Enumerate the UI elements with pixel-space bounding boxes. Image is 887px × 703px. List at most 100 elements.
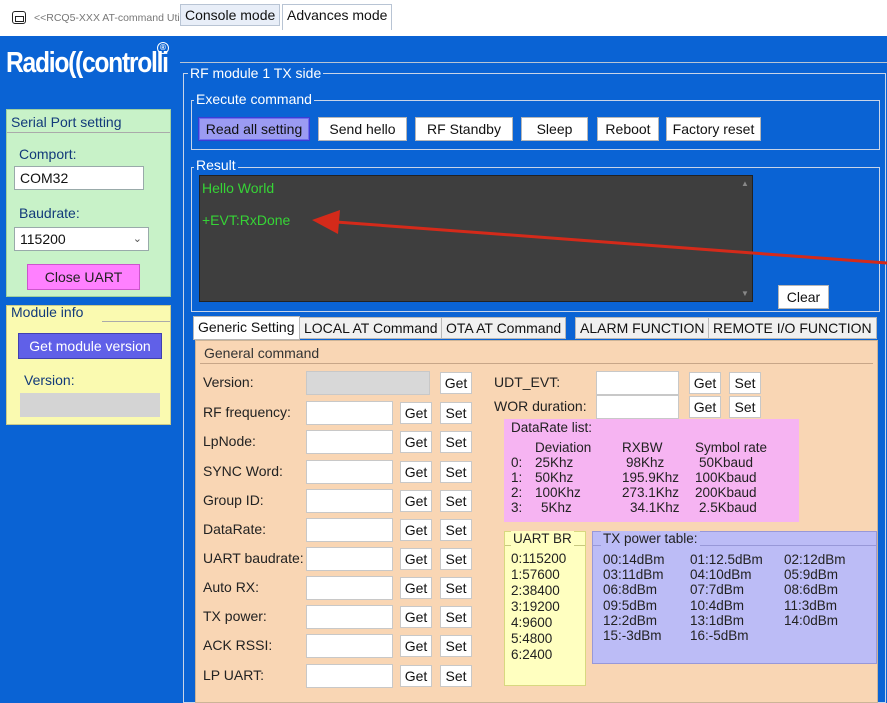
uart-baudrate-get-button[interactable]: Get xyxy=(400,548,432,570)
tx-power-cell: 12:2dBm xyxy=(603,613,658,628)
reboot-button[interactable]: Reboot xyxy=(597,117,659,141)
tx-power-cell: 14:0dBm xyxy=(784,613,839,628)
generic-setting-panel: General command Version: Get RF frequenc… xyxy=(195,340,878,703)
rf-standby-button[interactable]: RF Standby xyxy=(415,117,513,141)
version-label: Version: xyxy=(24,372,75,388)
wor-duration-set-button[interactable]: Set xyxy=(729,396,761,418)
group-id-get-button[interactable]: Get xyxy=(400,490,432,512)
lp-uart-input[interactable] xyxy=(306,664,393,688)
tx-power-table: TX power table: 00:14dBm 01:12.5dBm 02:1… xyxy=(592,531,877,664)
lpnode-label: LpNode: xyxy=(203,433,256,449)
udt-evt-get-button[interactable]: Get xyxy=(689,372,721,394)
ack-rssi-label: ACK RSSI: xyxy=(203,637,273,653)
lpnode-input[interactable] xyxy=(306,430,393,454)
clear-button[interactable]: Clear xyxy=(778,285,829,309)
send-hello-button[interactable]: Send hello xyxy=(318,117,407,141)
rf-frequency-input[interactable] xyxy=(306,401,393,425)
ack-rssi-set-button[interactable]: Set xyxy=(440,635,472,657)
close-uart-button[interactable]: Close UART xyxy=(27,264,140,290)
baudrate-select[interactable]: 115200 ⌄ xyxy=(14,227,149,251)
auto-rx-label: Auto RX: xyxy=(203,579,260,595)
wor-duration-get-button[interactable]: Get xyxy=(689,396,721,418)
auto-rx-set-button[interactable]: Set xyxy=(440,577,472,599)
ack-rssi-get-button[interactable]: Get xyxy=(400,635,432,657)
tx-power-cell: 05:9dBm xyxy=(784,567,839,582)
uart-br-item: 6:2400 xyxy=(511,647,553,662)
result-line: Hello World xyxy=(202,180,275,196)
uart-br-item: 1:57600 xyxy=(511,567,560,582)
uart-baudrate-label: UART baudrate: xyxy=(203,550,304,566)
lp-uart-get-button[interactable]: Get xyxy=(400,665,432,687)
divider xyxy=(102,321,170,322)
rf-frequency-set-button[interactable]: Set xyxy=(440,402,472,424)
tx-power-set-button[interactable]: Set xyxy=(440,606,472,628)
sync-word-set-button[interactable]: Set xyxy=(440,461,472,483)
auto-rx-input[interactable] xyxy=(306,576,393,600)
tx-power-input[interactable] xyxy=(306,605,393,629)
udt-evt-set-button[interactable]: Set xyxy=(729,372,761,394)
tab-remote-io-function[interactable]: REMOTE I/O FUNCTION xyxy=(708,317,877,339)
tab-console-mode[interactable]: Console mode xyxy=(180,4,281,26)
wor-duration-input[interactable] xyxy=(596,395,679,419)
get-module-version-button[interactable]: Get module version xyxy=(18,333,162,359)
lp-uart-set-button[interactable]: Set xyxy=(440,665,472,687)
scroll-down-icon[interactable]: ▼ xyxy=(741,289,749,298)
uart-baudrate-set-button[interactable]: Set xyxy=(440,548,472,570)
uart-baudrate-input[interactable] xyxy=(306,547,393,571)
scroll-up-icon[interactable]: ▲ xyxy=(741,179,749,188)
registered-mark: ® xyxy=(157,42,169,54)
app-icon xyxy=(12,11,26,24)
group-id-input[interactable] xyxy=(306,489,393,513)
sync-word-get-button[interactable]: Get xyxy=(400,461,432,483)
tab-alarm-function[interactable]: ALARM FUNCTION xyxy=(575,317,710,339)
wor-duration-label: WOR duration: xyxy=(494,398,587,414)
datarate-get-button[interactable]: Get xyxy=(400,519,432,541)
result-output[interactable]: Hello World +EVT:RxDone ▲ ▼ xyxy=(199,175,753,302)
factory-reset-button[interactable]: Factory reset xyxy=(666,117,761,141)
tx-power-cell: 08:6dBm xyxy=(784,582,839,597)
tab-ota-at-command[interactable]: OTA AT Command xyxy=(441,317,567,339)
comport-input[interactable]: COM32 xyxy=(14,166,144,190)
serial-port-panel: Serial Port setting Comport: COM32 Baudr… xyxy=(6,109,171,297)
divider xyxy=(7,132,170,133)
ack-rssi-input[interactable] xyxy=(306,634,393,658)
divider xyxy=(200,363,873,364)
tab-generic-setting[interactable]: Generic Setting xyxy=(193,316,300,340)
chevron-down-icon: ⌄ xyxy=(132,233,142,245)
datarate-cell: 195.9Khz xyxy=(622,470,680,485)
tx-power-cell: 10:4dBm xyxy=(690,598,745,613)
result-scrollbar[interactable]: ▲ ▼ xyxy=(738,176,752,301)
tx-power-cell: 15:-3dBm xyxy=(603,628,662,643)
version-get-button[interactable]: Get xyxy=(440,372,472,394)
result-line: +EVT:RxDone xyxy=(202,212,291,228)
datarate-index: 3: xyxy=(511,500,523,515)
sleep-button[interactable]: Sleep xyxy=(521,117,588,141)
udt-evt-label: UDT_EVT: xyxy=(494,374,561,390)
result-title: Result xyxy=(194,157,238,173)
datarate-set-button[interactable]: Set xyxy=(440,519,472,541)
datarate-title: DataRate list: xyxy=(511,420,593,435)
group-id-label: Group ID: xyxy=(203,492,264,508)
sync-word-label: SYNC Word: xyxy=(203,463,283,479)
sync-word-input[interactable] xyxy=(306,460,393,484)
tx-power-cell: 01:12.5dBm xyxy=(690,552,763,567)
lpnode-set-button[interactable]: Set xyxy=(440,431,472,453)
tx-power-get-button[interactable]: Get xyxy=(400,606,432,628)
tab-advances-mode[interactable]: Advances mode xyxy=(282,4,393,30)
lpnode-get-button[interactable]: Get xyxy=(400,431,432,453)
datarate-input[interactable] xyxy=(306,518,393,542)
group-id-set-button[interactable]: Set xyxy=(440,490,472,512)
uart-br-item: 3:19200 xyxy=(511,599,560,614)
datarate-cell: 50Khz xyxy=(535,470,574,485)
auto-rx-get-button[interactable]: Get xyxy=(400,577,432,599)
rf-frequency-get-button[interactable]: Get xyxy=(400,402,432,424)
datarate-index: 0: xyxy=(511,455,523,470)
tx-power-cell: 07:7dBm xyxy=(690,582,745,597)
uart-br-title: UART BR xyxy=(511,531,574,546)
udt-evt-input[interactable] xyxy=(596,371,679,395)
tab-local-at-command[interactable]: LOCAL AT Command xyxy=(299,317,443,339)
read-all-setting-button[interactable]: Read all setting xyxy=(198,117,310,141)
tx-power-cell: 11:3dBm xyxy=(784,598,838,613)
tx-power-cell: 03:11dBm xyxy=(603,567,664,582)
tx-power-cell: 04:10dBm xyxy=(690,567,752,582)
